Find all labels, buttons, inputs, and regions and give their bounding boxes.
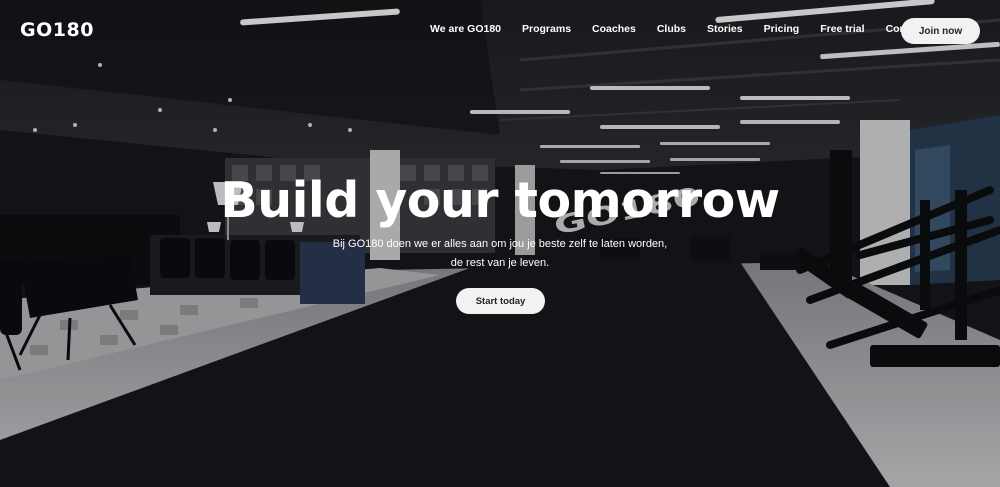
nav-link-we-are-go180[interactable]: We are GO180 [430, 23, 501, 35]
nav-link-pricing[interactable]: Pricing [764, 23, 800, 35]
hero-subtitle-line-1: Bij GO180 doen we er alles aan om jou je… [332, 238, 668, 250]
join-now-button[interactable]: Join now [901, 18, 980, 44]
start-today-button[interactable]: Start today [456, 288, 545, 314]
nav-menu: We are GO180 Programs Coaches Clubs Stor… [430, 23, 946, 35]
top-navigation: GO180 We are GO180 Programs Coaches Club… [0, 0, 1000, 60]
nav-link-stories[interactable]: Stories [707, 23, 743, 35]
nav-link-programs[interactable]: Programs [522, 23, 571, 35]
hero-section: GO180 GO180 We are GO180 Programs Coache… [0, 0, 1000, 487]
hero-subtitle-line-2: de rest van je leven. [450, 257, 550, 269]
nav-link-free-trial[interactable]: Free trial [820, 23, 864, 35]
nav-link-coaches[interactable]: Coaches [592, 23, 636, 35]
nav-link-clubs[interactable]: Clubs [657, 23, 686, 35]
brand-logo[interactable]: GO180 [20, 19, 94, 41]
hero-headline: Build your tomorrow [220, 172, 780, 229]
hero-subtitle: Bij GO180 doen we er alles aan om jou je… [0, 235, 1000, 273]
